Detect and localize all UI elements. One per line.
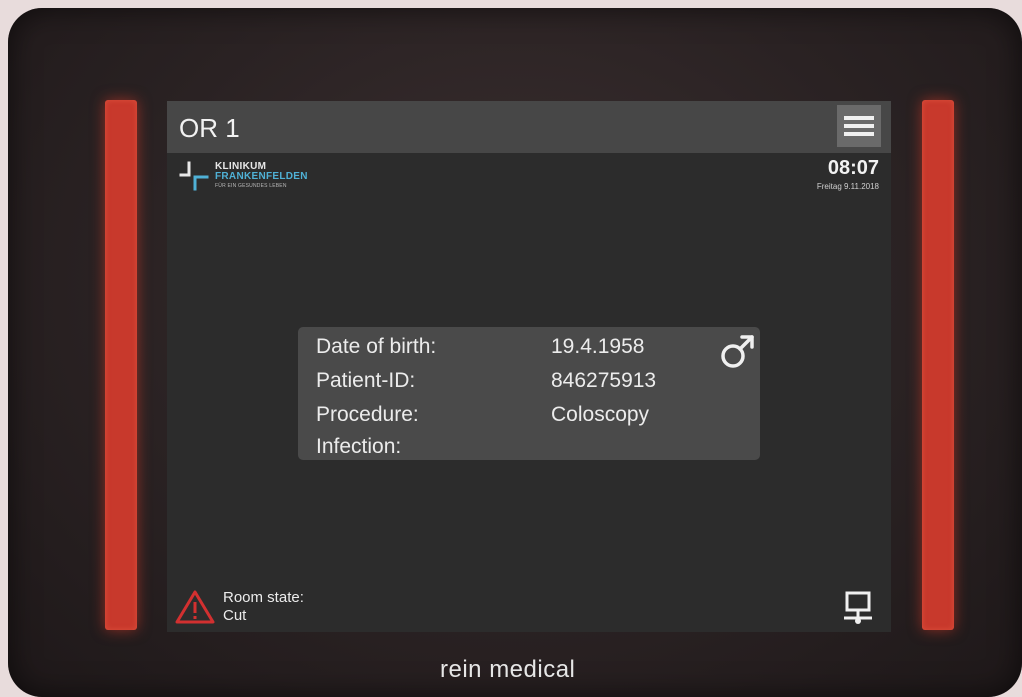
logo-mark-icon [179,161,209,191]
right-status-light [922,100,954,630]
male-symbol-icon [721,335,754,368]
dob-label: Date of birth: [316,335,437,358]
patient-id-value: 846275913 [551,369,657,392]
patient-info-card: Date of birth: 19.4.1958 Patient-ID: 846… [298,327,760,460]
room-state: Room state: Cut [175,585,345,629]
device-frame: OR 1 KLINIKUM FRANKENFELDEN FÜR EIN GESU… [8,8,1022,697]
procedure-value: Coloscopy [551,403,650,426]
clock-date: Freitag 9.11.2018 [816,182,879,191]
left-status-light [105,100,137,630]
menu-button[interactable] [837,105,881,147]
room-state-value: Cut [223,607,247,624]
bezel-brand-logo: rein medical [440,656,576,683]
warning-icon [175,590,215,624]
room-state-label: Room state: [223,589,304,606]
dob-value: 19.4.1958 [551,335,645,358]
infection-label: Infection: [316,435,402,458]
room-title: OR 1 [179,113,240,143]
logo-name-line2: FRANKENFELDEN [215,171,308,182]
hospital-logo: KLINIKUM FRANKENFELDEN FÜR EIN GESUNDES … [179,161,319,191]
procedure-label: Procedure: [316,403,419,426]
patient-id-label: Patient-ID: [316,369,416,392]
logo-tagline: FÜR EIN GESUNDES LEBEN [215,183,287,189]
clock-time: 08:07 [827,157,879,179]
top-bar: OR 1 [167,101,891,153]
display-screen: OR 1 KLINIKUM FRANKENFELDEN FÜR EIN GESU… [167,101,891,632]
network-icon[interactable] [841,591,875,627]
